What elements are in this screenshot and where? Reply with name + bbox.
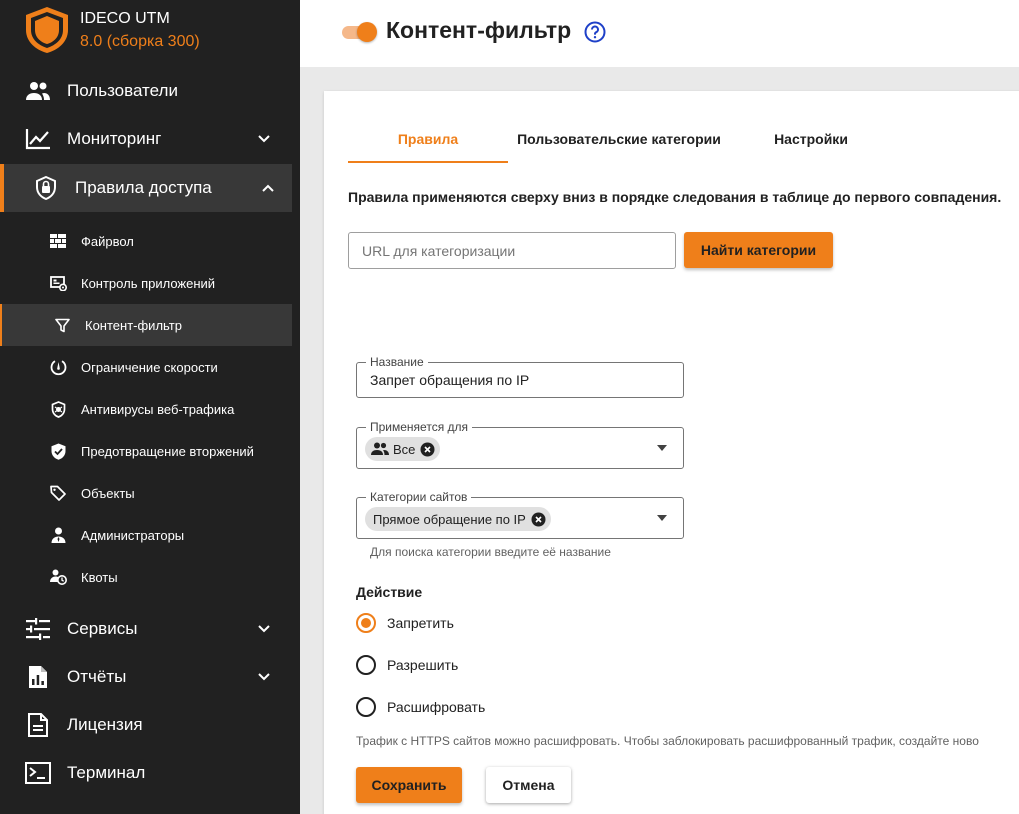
lock-shield-icon (33, 176, 59, 200)
applies-to-select[interactable]: Применяется для Все (356, 420, 684, 469)
tag-icon (49, 484, 67, 502)
tab-rules[interactable]: Правила (348, 121, 508, 163)
radio-circle (356, 655, 376, 675)
chevron-down-icon (258, 673, 270, 681)
radio-label: Разрешить (387, 657, 459, 673)
save-button[interactable]: Сохранить (356, 767, 462, 803)
page-header: Контент-фильтр (300, 0, 1019, 67)
action-radio-allow[interactable]: Разрешить (356, 655, 556, 677)
sidebar-item-terminal[interactable]: Терминал (0, 749, 292, 797)
sidebar-subitem-label: Контроль приложений (81, 276, 216, 291)
sidebar-subitem-label: Квоты (81, 570, 118, 585)
https-note: Трафик с HTTPS сайтов можно расшифровать… (356, 734, 979, 748)
brand-name: IDECO UTM (80, 10, 170, 27)
cancel-button[interactable]: Отмена (486, 767, 571, 803)
action-radio-deny[interactable]: Запретить (356, 613, 556, 635)
sidebar-item-label: Отчёты (67, 667, 127, 686)
applies-to-chip: Все (365, 437, 441, 461)
dropdown-arrow-icon[interactable] (657, 515, 667, 521)
module-enable-toggle[interactable] (340, 22, 378, 42)
sidebar-subitem-label: Контент-фильтр (85, 318, 182, 333)
sidebar-item-label: Терминал (67, 763, 146, 782)
chevron-down-icon (258, 135, 270, 143)
tab-custom-categories[interactable]: Пользовательские категории (508, 121, 730, 163)
site-categories-select[interactable]: Категории сайтов Прямое обращение по IP (356, 490, 684, 539)
radio-label: Запретить (387, 615, 454, 631)
sidebar-subitem-label: Ограничение скорости (81, 360, 218, 375)
sidebar-item-monitoring[interactable]: Мониторинг (0, 115, 292, 163)
sidebar-subitem-firewall[interactable]: Файрвол (0, 220, 292, 262)
rule-name-label: Название (366, 355, 428, 369)
sidebar-item-label: Лицензия (67, 715, 143, 734)
sidebar-item-license[interactable]: Лицензия (0, 701, 292, 749)
tab-settings[interactable]: Настройки (748, 121, 874, 163)
sliders-icon (25, 617, 51, 641)
shield-logo-icon (22, 5, 72, 55)
radio-label: Расшифровать (387, 699, 486, 715)
admin-icon (49, 526, 67, 544)
site-categories-label: Категории сайтов (366, 490, 472, 504)
dropdown-arrow-icon[interactable] (657, 445, 667, 451)
chevron-down-icon (258, 625, 270, 633)
radio-circle (356, 697, 376, 717)
sidebar-subitem-antivirus[interactable]: Антивирусы веб-трафика (0, 388, 292, 430)
rules-notice: Правила применяются сверху вниз в порядк… (348, 189, 1002, 205)
sidebar-item-label: Правила доступа (75, 178, 212, 197)
sidebar-subitem-speed-limit[interactable]: Ограничение скорости (0, 346, 292, 388)
applies-to-chip-label: Все (393, 441, 416, 457)
antivirus-icon (49, 400, 67, 418)
sidebar-item-services[interactable]: Сервисы (0, 605, 292, 653)
find-categories-button[interactable]: Найти категории (684, 232, 833, 268)
url-categorize-input[interactable] (348, 232, 676, 269)
sidebar-subitem-label: Объекты (81, 486, 135, 501)
chart-line-icon (25, 127, 51, 151)
chevron-up-icon (262, 184, 274, 192)
chip-remove-icon[interactable] (531, 512, 546, 527)
sidebar-subitem-objects[interactable]: Объекты (0, 472, 292, 514)
firewall-icon (49, 232, 67, 250)
brand-version: 8.0 (сборка 300) (80, 33, 200, 50)
sidebar-item-label: Пользователи (67, 81, 178, 100)
sidebar-subitem-ips[interactable]: Предотвращение вторжений (0, 430, 292, 472)
sidebar-subitem-label: Антивирусы веб-трафика (81, 402, 235, 417)
shield-check-icon (49, 442, 67, 460)
content-card: Правила Пользовательские категории Настр… (324, 91, 1019, 814)
site-categories-chip: Прямое обращение по IP (365, 507, 551, 531)
terminal-icon (25, 761, 51, 785)
brand: IDECO UTM 8.0 (сборка 300) (22, 5, 200, 55)
radio-circle (356, 613, 376, 633)
sidebar-item-access-rules[interactable]: Правила доступа (0, 164, 292, 212)
action-title: Действие (356, 584, 423, 600)
rule-name-value: Запрет обращения по IP (370, 372, 530, 388)
quota-icon (49, 568, 67, 586)
sidebar-subitem-label: Файрвол (81, 234, 134, 249)
users-icon (371, 442, 389, 455)
sidebar-item-reports[interactable]: Отчёты (0, 653, 292, 701)
site-categories-hint: Для поиска категории введите её название (370, 545, 611, 559)
sidebar-item-label: Сервисы (67, 619, 138, 638)
app-control-icon (49, 274, 67, 292)
sidebar-item-users[interactable]: Пользователи (0, 67, 292, 115)
sidebar-subitem-label: Предотвращение вторжений (81, 444, 254, 459)
sidebar-subitem-label: Администраторы (81, 528, 185, 543)
sidebar: IDECO UTM 8.0 (сборка 300) Пользователи … (0, 0, 300, 814)
page-title: Контент-фильтр (386, 17, 572, 43)
sidebar-subitem-admins[interactable]: Администраторы (0, 514, 292, 556)
document-icon (25, 713, 51, 737)
speed-icon (49, 358, 67, 376)
chip-remove-icon[interactable] (420, 442, 435, 457)
filter-icon (53, 316, 71, 334)
applies-to-label: Применяется для (366, 420, 473, 434)
report-icon (25, 665, 51, 689)
sidebar-subitem-app-control[interactable]: Контроль приложений (0, 262, 292, 304)
action-radio-decrypt[interactable]: Расшифровать (356, 697, 556, 719)
site-categories-chip-label: Прямое обращение по IP (373, 511, 526, 527)
users-icon (25, 79, 51, 103)
sidebar-item-label: Мониторинг (67, 129, 162, 148)
sidebar-subitem-quotas[interactable]: Квоты (0, 556, 292, 598)
rule-name-field[interactable]: Название Запрет обращения по IP (356, 355, 684, 398)
sidebar-subitem-content-filter[interactable]: Контент-фильтр (0, 304, 292, 346)
help-circle-icon[interactable] (584, 21, 606, 43)
